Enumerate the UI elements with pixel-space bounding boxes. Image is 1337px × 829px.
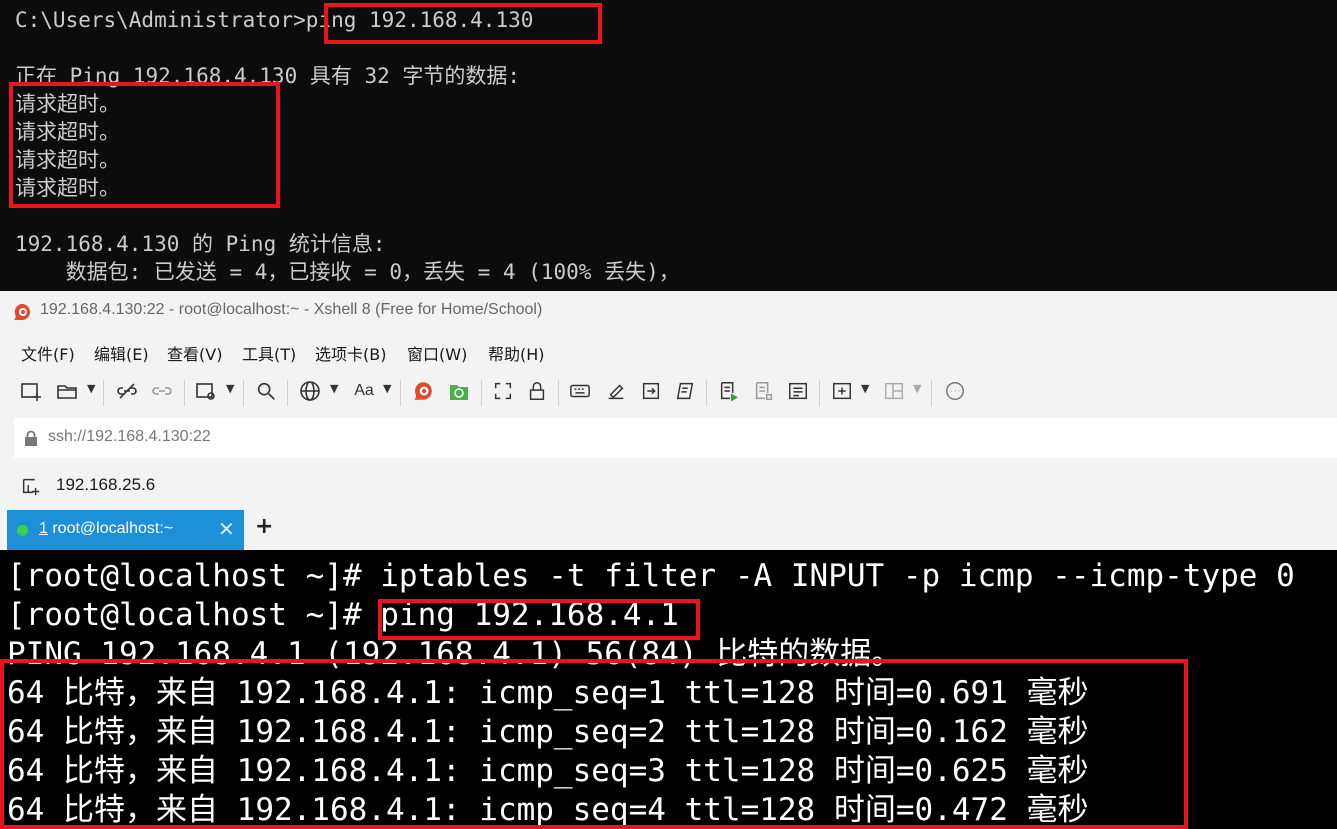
menu-tab[interactable]: 选项卡(B) (315, 341, 386, 365)
chevron-down-icon[interactable]: ▼ (383, 382, 391, 395)
menu-bar: 文件(F) 编辑(E) 查看(V) 工具(T) 选项卡(B) 窗口(W) 帮助(… (0, 332, 1337, 368)
chevron-down-icon[interactable]: ▼ (913, 382, 921, 395)
address-url[interactable]: ssh://192.168.4.130:22 (48, 428, 211, 446)
layout-icon[interactable] (881, 376, 907, 406)
lock-icon[interactable] (524, 376, 550, 406)
cmd-prompt: C:\Users\Administrator> (15, 8, 306, 32)
cmd-window[interactable]: C:\Users\Administrator>ping 192.168.4.13… (0, 0, 1337, 291)
cmd-timeout-highlight (9, 82, 280, 208)
open-folder-icon[interactable] (54, 376, 80, 406)
close-icon[interactable]: ✕ (218, 517, 235, 541)
tab-strip: 1 root@localhost:~ ✕ + (0, 510, 1337, 550)
chevron-down-icon[interactable]: ▼ (861, 382, 869, 395)
compose-icon[interactable] (603, 376, 629, 406)
fullscreen-icon[interactable] (490, 376, 516, 406)
reconnect-icon[interactable] (149, 376, 175, 406)
menu-file[interactable]: 文件(F) (21, 341, 75, 365)
tab-title: root@localhost:~ (47, 520, 174, 537)
cmd-command-highlight (324, 3, 602, 44)
log-icon[interactable] (751, 376, 777, 406)
script-icon[interactable] (672, 376, 698, 406)
menu-help[interactable]: 帮助(H) (488, 341, 545, 365)
connected-status-icon (17, 525, 28, 536)
terminal-replies-highlight (0, 659, 1188, 829)
session-bar: 192.168.25.6 (0, 466, 1337, 506)
xshell-icon[interactable] (410, 376, 436, 406)
address-bar[interactable]: ssh://192.168.4.130:22 (14, 418, 1337, 458)
session-icon[interactable] (20, 475, 42, 497)
toolbar-separator (243, 380, 244, 406)
toolbar: ▼ ▼ ▼ Aa ▼ ▼ ▼ (0, 370, 1337, 414)
session-host[interactable]: 192.168.25.6 (56, 475, 155, 495)
new-session-icon[interactable] (18, 376, 44, 406)
toolbar-separator (819, 380, 820, 406)
chat-icon[interactable] (942, 376, 968, 406)
terminal-line-iptables: [root@localhost ~]# iptables -t filter -… (7, 558, 1295, 594)
start-log-icon[interactable] (716, 376, 742, 406)
chevron-down-icon[interactable]: ▼ (330, 382, 338, 395)
add-tab-icon[interactable] (829, 376, 855, 406)
toolbar-separator (184, 380, 185, 406)
chevron-down-icon[interactable]: ▼ (87, 382, 95, 395)
xftp-icon[interactable] (446, 376, 472, 406)
menu-edit[interactable]: 编辑(E) (94, 341, 149, 365)
lock-icon (25, 430, 37, 446)
terminal-area[interactable]: [root@localhost ~]# iptables -t filter -… (0, 550, 1337, 829)
toolbar-separator (400, 380, 401, 406)
keyboard-icon[interactable] (567, 376, 593, 406)
disconnect-icon[interactable] (114, 376, 140, 406)
add-tab-button[interactable]: + (255, 514, 273, 539)
font-icon[interactable]: Aa (350, 376, 378, 406)
terminal-prompt: [root@localhost ~]# (7, 597, 381, 633)
toolbar-separator (706, 380, 707, 406)
toolbar-separator (103, 380, 104, 406)
menu-window[interactable]: 窗口(W) (407, 341, 467, 365)
title-bar: 192.168.4.130:22 - root@localhost:~ - Xs… (0, 291, 1337, 332)
xshell-logo-icon (14, 304, 30, 320)
chevron-down-icon[interactable]: ▼ (226, 382, 234, 395)
cmd-stats-title: 192.168.4.130 的 Ping 统计信息: (15, 232, 386, 256)
cmd-stats-line: 数据包: 已发送 = 4，已接收 = 0，丢失 = 4 (100% 丢失)， (15, 260, 680, 284)
tab-label: 1 root@localhost:~ (39, 520, 173, 538)
new-window-icon[interactable] (193, 376, 219, 406)
toolbar-separator (558, 380, 559, 406)
find-icon[interactable] (253, 376, 279, 406)
tab-number: 1 (39, 520, 48, 537)
toolbar-separator (287, 380, 288, 406)
globe-icon[interactable] (297, 376, 323, 406)
window-title: 192.168.4.130:22 - root@localhost:~ - Xs… (40, 301, 543, 318)
menu-view[interactable]: 查看(V) (167, 341, 222, 365)
terminal-command-highlight (378, 599, 700, 640)
menu-tools[interactable]: 工具(T) (242, 341, 296, 365)
toolbar-separator (931, 380, 932, 406)
notes-icon[interactable] (785, 376, 811, 406)
toolbar-separator (481, 380, 482, 406)
transfer-icon[interactable] (638, 376, 664, 406)
tab-session[interactable]: 1 root@localhost:~ ✕ (7, 510, 244, 550)
